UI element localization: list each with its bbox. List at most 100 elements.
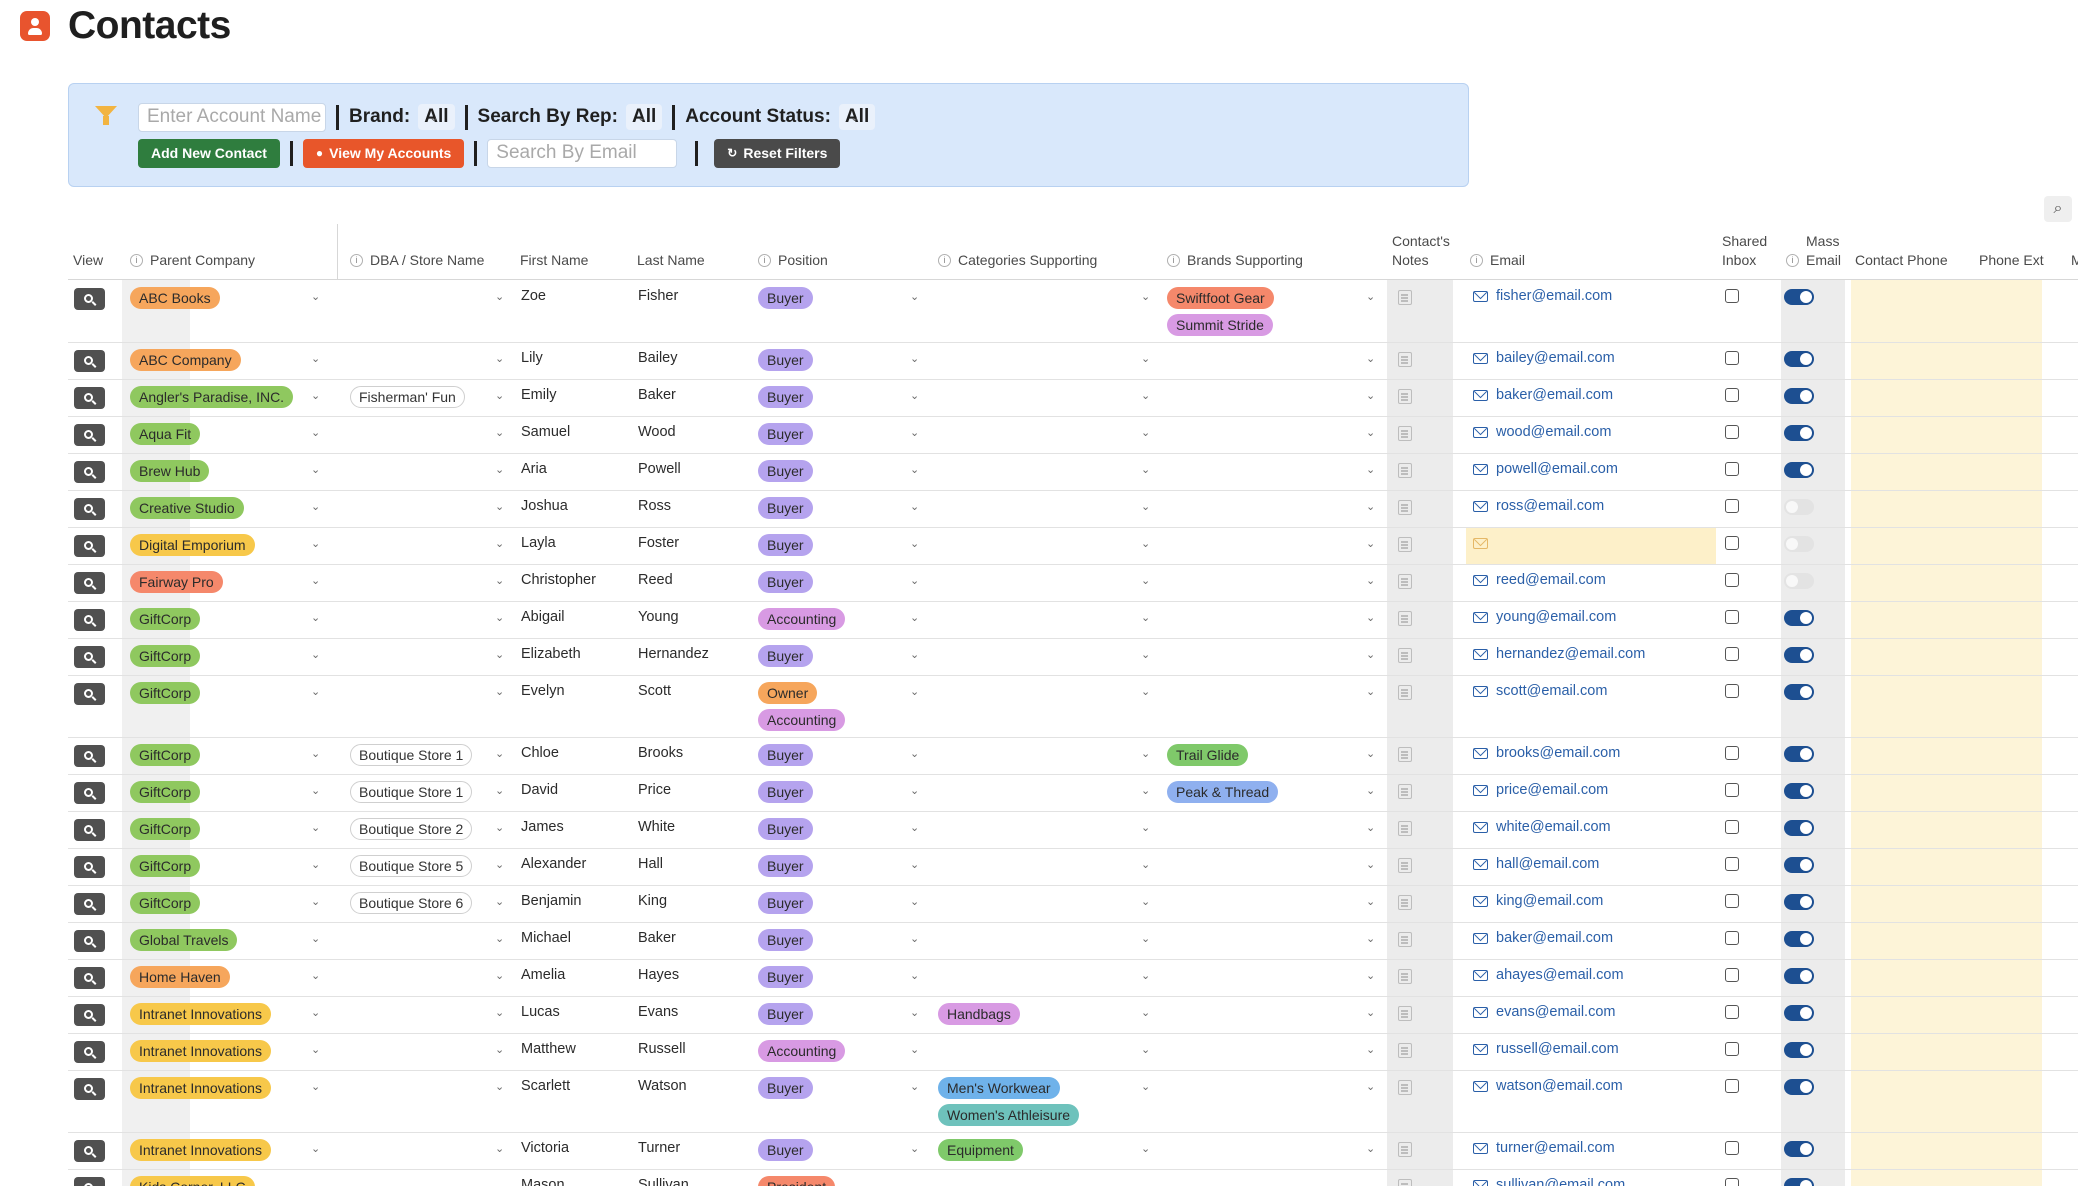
first-name-cell[interactable]: Layla	[521, 535, 556, 551]
shared-inbox-checkbox[interactable]	[1725, 857, 1739, 871]
chevron-down-icon[interactable]: ⌄	[311, 648, 320, 661]
last-name-cell[interactable]: Russell	[638, 1041, 686, 1057]
shared-inbox-checkbox[interactable]	[1725, 746, 1739, 760]
chevron-down-icon[interactable]: ⌄	[495, 1043, 504, 1056]
shared-inbox-checkbox[interactable]	[1725, 536, 1739, 550]
chevron-down-icon[interactable]: ⌄	[910, 747, 919, 760]
chevron-down-icon[interactable]: ⌄	[311, 574, 320, 587]
col-parent-company[interactable]: i Parent Company	[130, 251, 255, 270]
first-name-cell[interactable]: Zoe	[521, 288, 546, 304]
chevron-down-icon[interactable]: ⌄	[1141, 1080, 1150, 1093]
parent-company-cell[interactable]: ABC Books	[130, 287, 220, 309]
email-link[interactable]: wood@email.com	[1496, 424, 1611, 440]
mass-email-toggle[interactable]	[1784, 425, 1814, 441]
email-icon[interactable]	[1473, 575, 1488, 586]
view-button[interactable]	[74, 350, 105, 372]
chevron-down-icon[interactable]: ⌄	[1366, 969, 1375, 982]
position-cell[interactable]: Buyer	[758, 929, 813, 956]
chevron-down-icon[interactable]: ⌄	[1141, 352, 1150, 365]
chevron-down-icon[interactable]: ⌄	[495, 389, 504, 402]
position-cell[interactable]: Buyer	[758, 1139, 813, 1166]
shared-inbox-checkbox[interactable]	[1725, 968, 1739, 982]
parent-company-cell[interactable]: Intranet Innovations	[130, 1077, 271, 1099]
position-cell[interactable]: Buyer	[758, 287, 813, 314]
chevron-down-icon[interactable]: ⌄	[910, 426, 919, 439]
chevron-down-icon[interactable]: ⌄	[910, 500, 919, 513]
shared-inbox-checkbox[interactable]	[1725, 425, 1739, 439]
view-button[interactable]	[74, 683, 105, 705]
shared-inbox-checkbox[interactable]	[1725, 462, 1739, 476]
first-name-cell[interactable]: Scarlett	[521, 1078, 570, 1094]
email-icon[interactable]	[1473, 896, 1488, 907]
chevron-down-icon[interactable]: ⌄	[495, 784, 504, 797]
dba-cell[interactable]: Boutique Store 1	[350, 781, 473, 803]
mass-email-toggle[interactable]	[1784, 968, 1814, 984]
mass-email-toggle[interactable]	[1784, 388, 1814, 404]
last-name-cell[interactable]: Hayes	[638, 967, 679, 983]
mass-email-toggle[interactable]	[1784, 499, 1814, 515]
chevron-down-icon[interactable]: ⌄	[495, 1179, 504, 1186]
first-name-cell[interactable]: Michael	[521, 930, 571, 946]
chevron-down-icon[interactable]: ⌄	[495, 969, 504, 982]
chevron-down-icon[interactable]: ⌄	[495, 648, 504, 661]
view-button[interactable]	[74, 893, 105, 915]
email-icon[interactable]	[1473, 353, 1488, 364]
position-cell[interactable]: Accounting	[758, 608, 846, 635]
mass-email-toggle[interactable]	[1784, 820, 1814, 836]
col-shared-inbox[interactable]: Shared Inbox	[1722, 232, 1767, 270]
chevron-down-icon[interactable]: ⌄	[495, 821, 504, 834]
email-icon[interactable]	[1473, 785, 1488, 796]
mass-email-toggle[interactable]	[1784, 1042, 1814, 1058]
dba-cell[interactable]: Boutique Store 1	[350, 744, 473, 766]
col-mass-email[interactable]: i Mass Email	[1786, 232, 1841, 270]
view-button[interactable]	[74, 1078, 105, 1100]
status-select[interactable]: All ⌄	[838, 104, 876, 130]
chevron-down-icon[interactable]: ⌄	[1141, 574, 1150, 587]
first-name-cell[interactable]: David	[521, 782, 558, 798]
parent-company-cell[interactable]: Home Haven	[130, 966, 230, 988]
parent-company-cell[interactable]: GiftCorp	[130, 781, 201, 803]
col-first-name[interactable]: First Name	[520, 251, 588, 270]
email-empty-cell[interactable]	[1466, 528, 1716, 564]
col-phone-ext[interactable]: Phone Ext	[1979, 251, 2044, 270]
chevron-down-icon[interactable]: ⌄	[311, 1179, 320, 1186]
shared-inbox-checkbox[interactable]	[1725, 894, 1739, 908]
chevron-down-icon[interactable]: ⌄	[311, 685, 320, 698]
shared-inbox-checkbox[interactable]	[1725, 820, 1739, 834]
last-name-cell[interactable]: Fisher	[638, 288, 678, 304]
chevron-down-icon[interactable]: ⌄	[1366, 537, 1375, 550]
email-icon[interactable]	[1473, 686, 1488, 697]
chevron-down-icon[interactable]: ⌄	[1366, 463, 1375, 476]
position-cell[interactable]: Buyer	[758, 966, 813, 993]
email-link[interactable]: scott@email.com	[1496, 683, 1607, 699]
last-name-cell[interactable]: Evans	[638, 1004, 678, 1020]
email-icon[interactable]	[1473, 464, 1488, 475]
shared-inbox-checkbox[interactable]	[1725, 388, 1739, 402]
view-button[interactable]	[74, 646, 105, 668]
col-view[interactable]: View	[73, 251, 103, 270]
chevron-down-icon[interactable]: ⌄	[910, 1142, 919, 1155]
email-icon[interactable]	[1473, 1081, 1488, 1092]
parent-company-cell[interactable]: GiftCorp	[130, 892, 201, 914]
notes-icon[interactable]	[1398, 426, 1412, 441]
last-name-cell[interactable]: Hall	[638, 856, 663, 872]
position-cell[interactable]: Buyer	[758, 571, 813, 598]
chevron-down-icon[interactable]: ⌄	[311, 463, 320, 476]
notes-icon[interactable]	[1398, 932, 1412, 947]
chevron-down-icon[interactable]: ⌄	[495, 574, 504, 587]
position-cell[interactable]: Buyer	[758, 855, 813, 882]
position-cell[interactable]: Owner Accounting	[758, 682, 846, 736]
email-link[interactable]: ross@email.com	[1496, 498, 1604, 514]
rep-select[interactable]: All ⌄	[625, 104, 663, 130]
chevron-down-icon[interactable]: ⌄	[311, 1006, 320, 1019]
first-name-cell[interactable]: Samuel	[521, 424, 570, 440]
chevron-down-icon[interactable]: ⌄	[910, 895, 919, 908]
chevron-down-icon[interactable]: ⌄	[1141, 858, 1150, 871]
email-icon[interactable]	[1473, 933, 1488, 944]
view-button[interactable]	[74, 288, 105, 310]
email-link[interactable]: young@email.com	[1496, 609, 1616, 625]
dba-cell[interactable]: Boutique Store 5	[350, 855, 473, 877]
brands-cell[interactable]: Trail Glide	[1167, 744, 1249, 771]
notes-icon[interactable]	[1398, 574, 1412, 589]
email-link[interactable]: reed@email.com	[1496, 572, 1606, 588]
